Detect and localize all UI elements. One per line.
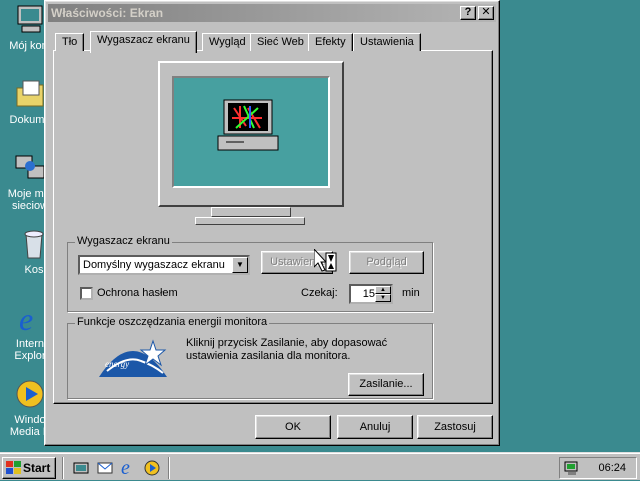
screensaver-group-label: Wygaszacz ekranu (75, 235, 172, 247)
energy-text-line2: ustawienia zasilania dla monitora. (186, 350, 351, 362)
cancel-label: Anuluj (359, 421, 391, 433)
ok-label: OK (285, 421, 301, 433)
wait-minutes-spinner[interactable]: 15 ▲ ▼ (349, 284, 393, 304)
tab-web[interactable]: Sieć Web (250, 33, 311, 51)
my-computer-icon (14, 4, 46, 36)
display-settings-tray-icon[interactable] (564, 460, 580, 479)
my-documents-icon (14, 78, 46, 110)
title-bar[interactable]: Właściwości: Ekran ? ✕ (48, 4, 496, 22)
cancel-button[interactable]: Anuluj (337, 415, 413, 439)
windows-logo-icon (6, 461, 22, 481)
wait-label: Czekaj: (301, 287, 338, 299)
windows-media-player-icon (14, 378, 46, 410)
taskbar-divider (62, 457, 64, 479)
svg-text:e: e (121, 457, 130, 477)
windows-media-player-icon[interactable] (143, 459, 161, 477)
password-protection-label: Ochrona hasłem (97, 287, 178, 299)
internet-explorer-icon[interactable]: e (120, 457, 138, 479)
monitor-stand (211, 207, 291, 217)
apply-button[interactable]: Zastosuj (417, 415, 493, 439)
taskbar: Start e 06:24 (0, 452, 640, 480)
display-properties-window: Właściwości: Ekran ? ✕ Tło Wygaszacz ekr… (44, 0, 500, 446)
tab-effects[interactable]: Efekty (308, 33, 353, 51)
preview-label: Podgląd (366, 256, 407, 268)
network-neighborhood-icon (14, 152, 46, 184)
clock[interactable]: 06:24 (598, 462, 626, 474)
password-protection-checkbox[interactable] (80, 287, 93, 300)
apply-label: Zastosuj (434, 421, 476, 433)
power-button-label: Zasilanie... (359, 378, 413, 390)
energy-star-logo-icon: energy (97, 335, 169, 379)
wait-minutes-value: 15 (362, 288, 375, 300)
close-button[interactable]: ✕ (478, 6, 494, 20)
internet-explorer-icon: e (14, 301, 46, 337)
start-label: Start (23, 461, 51, 475)
energy-text-line1: Kliknij przycisk Zasilanie, aby dopasowa… (186, 337, 388, 349)
show-desktop-icon[interactable] (72, 459, 90, 477)
spinner-up-icon[interactable]: ▲ (375, 286, 391, 294)
start-button[interactable]: Start (2, 457, 56, 479)
screensaver-select[interactable]: Domyślny wygaszacz ekranu ▼ (78, 255, 250, 275)
monitor-preview (158, 61, 344, 207)
monitor-screen (172, 76, 330, 188)
cursor-busy-icon (313, 247, 338, 275)
outlook-express-icon[interactable] (96, 459, 114, 477)
energy-group-label: Funkcje oszczędzania energii monitora (75, 316, 270, 328)
tab-settings[interactable]: Ustawienia (353, 33, 421, 51)
wait-unit: min (402, 287, 420, 299)
power-button[interactable]: Zasilanie... (348, 373, 424, 396)
spinner-down-icon[interactable]: ▼ (375, 294, 391, 302)
tab-background[interactable]: Tło (55, 33, 85, 51)
system-tray: 06:24 (559, 457, 637, 479)
energy-logo-text: energy (105, 359, 130, 369)
preview-button[interactable]: Podgląd (349, 251, 424, 274)
ok-button[interactable]: OK (255, 415, 331, 439)
monitor-base (195, 217, 305, 225)
tab-screensaver[interactable]: Wygaszacz ekranu (90, 31, 197, 53)
screensaver-preview-computer-icon (217, 99, 279, 151)
chevron-down-icon[interactable]: ▼ (232, 257, 248, 273)
svg-text:e: e (19, 302, 33, 334)
help-button[interactable]: ? (460, 6, 476, 20)
tab-appearance[interactable]: Wygląd (202, 33, 253, 51)
close-icon: ✕ (481, 6, 491, 18)
taskbar-divider (168, 457, 170, 479)
screensaver-select-value: Domyślny wygaszacz ekranu (83, 259, 225, 271)
window-title: Właściwości: Ekran (51, 6, 164, 20)
